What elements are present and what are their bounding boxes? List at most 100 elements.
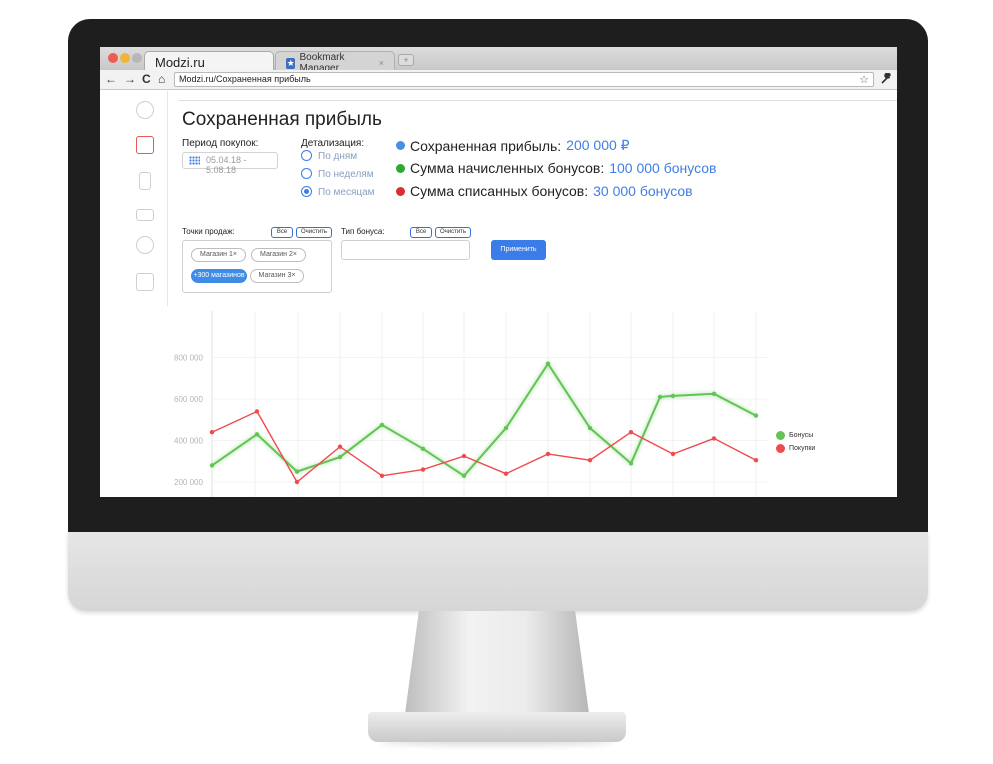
- gears-icon[interactable]: [136, 101, 154, 119]
- header-divider: [178, 100, 897, 101]
- radio-label-by-day: По дням: [318, 151, 358, 162]
- points-all-button[interactable]: Все: [271, 227, 293, 238]
- data-point: [587, 458, 593, 463]
- data-point: [628, 430, 634, 435]
- stat-label: Сумма списанных бонусов:: [410, 183, 589, 199]
- calendar-icon: [189, 156, 200, 165]
- tab-bookmark-manager[interactable]: ★ Bookmark Manager ×: [275, 51, 395, 74]
- red-dot-icon: [396, 186, 405, 196]
- points-clear-button[interactable]: Очистить: [296, 227, 332, 238]
- browser-toolbar: ← → C ⌂ Modzi.ru/Сохраненная прибыль ☆: [100, 70, 897, 90]
- radio-by-month[interactable]: [301, 186, 312, 197]
- points-label: Точки продаж:: [182, 227, 235, 236]
- legend-green-dot-icon: [776, 431, 785, 440]
- forward-icon[interactable]: →: [124, 72, 136, 86]
- minimize-window-icon[interactable]: [120, 53, 130, 63]
- app-sidebar: [100, 91, 168, 306]
- date-range-value: 05.04.18 - 5.08.18: [206, 155, 247, 175]
- page-title: Сохраненная прибыль: [182, 109, 382, 130]
- stat-value: 30 000 бонусов: [593, 183, 693, 199]
- legend-red-dot-icon: [776, 444, 785, 453]
- back-icon[interactable]: ←: [105, 72, 117, 86]
- y-tick-label: 400 000: [174, 437, 203, 446]
- data-point: [753, 413, 759, 418]
- data-point: [461, 453, 467, 459]
- data-point: [379, 422, 385, 428]
- bonus-type-label: Тип бонуса:: [341, 227, 385, 236]
- radio-label-by-week: По неделям: [318, 169, 374, 180]
- reload-icon[interactable]: C: [142, 72, 151, 86]
- report-icon[interactable]: [136, 136, 154, 154]
- points-selector[interactable]: Магазин 1× Магазин 2× +300 магазинов Маг…: [182, 240, 332, 293]
- y-tick-label: 600 000: [174, 395, 203, 404]
- zoom-window-icon[interactable]: [132, 53, 142, 63]
- tab-strip: Modzi.ru ★ Bookmark Manager × +: [100, 47, 897, 74]
- data-point: [420, 467, 426, 472]
- data-point: [294, 479, 300, 485]
- y-tick-label: 800 000: [174, 354, 203, 363]
- address-bar[interactable]: Modzi.ru/Сохраненная прибыль ☆: [174, 72, 874, 87]
- date-range-field[interactable]: 05.04.18 - 5.08.18: [182, 152, 278, 175]
- data-point: [628, 461, 634, 466]
- radio-label-by-month: По месяцам: [318, 187, 375, 198]
- data-point: [670, 451, 676, 457]
- legend-label: Покупки: [789, 445, 816, 452]
- radio-by-day[interactable]: [301, 150, 312, 161]
- period-label: Период покупок:: [182, 138, 259, 149]
- stat-value: 200 000 ₽: [566, 137, 630, 153]
- data-point: [657, 394, 663, 400]
- settings-icon[interactable]: [136, 236, 154, 254]
- monitor-stand-neck: [404, 611, 590, 721]
- bookmark-star-icon[interactable]: ☆: [859, 73, 869, 86]
- data-point: [587, 425, 593, 431]
- url-text: Modzi.ru/Сохраненная прибыль: [179, 74, 311, 84]
- data-point: [420, 446, 426, 451]
- play-icon[interactable]: [136, 273, 154, 291]
- data-point: [711, 436, 717, 441]
- green-dot-icon: [396, 163, 405, 173]
- star-icon: ★: [286, 57, 296, 69]
- data-point: [209, 463, 215, 468]
- line-chart: 200 000 400 000 600 000 800 000 Бонусы Поку…: [100, 307, 897, 497]
- series-line-0: [211, 361, 757, 478]
- y-tick-label: 200 000: [174, 478, 203, 487]
- wrench-icon[interactable]: [881, 72, 892, 87]
- stat-value: 100 000 бонусов: [609, 160, 717, 176]
- bonus-clear-button[interactable]: Очистить: [435, 227, 471, 238]
- chip-store-1[interactable]: Магазин 1×: [191, 248, 246, 262]
- data-point: [461, 473, 467, 478]
- chip-store-2[interactable]: Магазин 2×: [251, 248, 306, 262]
- data-point: [254, 409, 260, 414]
- phone-icon[interactable]: [139, 172, 151, 190]
- stat-accrued-bonuses: Сумма начисленных бонусов: 100 000 бонус…: [396, 160, 717, 176]
- data-point: [379, 473, 385, 478]
- tab-modzi[interactable]: Modzi.ru: [144, 51, 274, 70]
- stat-label: Сумма начисленных бонусов:: [410, 160, 605, 176]
- close-window-icon[interactable]: [108, 53, 118, 63]
- data-point: [670, 393, 676, 399]
- tab-close-icon[interactable]: ×: [379, 58, 384, 68]
- data-point: [337, 444, 343, 449]
- home-icon[interactable]: ⌂: [158, 72, 165, 86]
- legend-label: Бонусы: [789, 432, 814, 439]
- legend-bonuses: Бонусы: [776, 431, 813, 440]
- bonus-all-button[interactable]: Все: [410, 227, 432, 238]
- apply-button[interactable]: Применить: [491, 240, 546, 260]
- data-point: [545, 361, 551, 366]
- radio-by-week[interactable]: [301, 168, 312, 179]
- stat-written-off-bonuses: Сумма списанных бонусов: 30 000 бонусов: [396, 183, 693, 199]
- monitor-stand-base: [368, 712, 626, 742]
- data-point: [753, 458, 759, 463]
- bonus-type-input[interactable]: [341, 240, 470, 260]
- mail-icon[interactable]: [136, 209, 154, 221]
- monitor-chin: [68, 532, 928, 611]
- chip-store-3[interactable]: Магазин 3×: [250, 269, 304, 283]
- legend-purchases: Покупки: [776, 444, 815, 453]
- chip-more-stores[interactable]: +300 магазинов: [191, 269, 247, 283]
- tab-label: Modzi.ru: [155, 55, 205, 70]
- blue-dot-icon: [396, 141, 405, 150]
- stat-saved-profit: Сохраненная прибыль: 200 000 ₽: [396, 137, 630, 154]
- data-point: [503, 425, 509, 431]
- data-point: [337, 454, 343, 460]
- new-tab-button[interactable]: +: [398, 54, 414, 66]
